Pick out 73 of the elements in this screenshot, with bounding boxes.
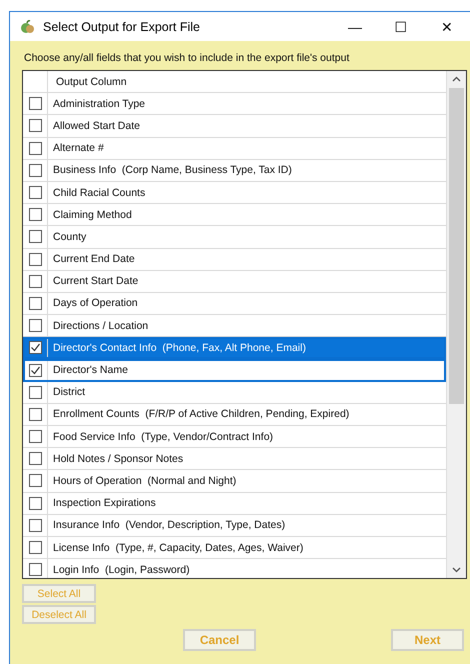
- minimize-button[interactable]: —: [332, 12, 378, 41]
- list-row[interactable]: Business Info (Corp Name, Business Type, Tax ID): [23, 160, 446, 182]
- list-row[interactable]: Director's Name: [23, 359, 446, 382]
- checkbox[interactable]: [28, 341, 42, 354]
- checkbox[interactable]: [28, 474, 42, 488]
- field-label: Child Racial Counts: [52, 186, 146, 201]
- field-label: Alternate #: [52, 141, 104, 156]
- list-row[interactable]: Enrollment Counts (F/R/P of Active Children, Pending, Expired): [23, 404, 446, 426]
- checkbox[interactable]: [28, 186, 42, 200]
- list-row[interactable]: Hours of Operation (Normal and Night): [23, 470, 446, 493]
- checkbox[interactable]: [28, 563, 42, 576]
- list-row[interactable]: Current End Date: [23, 248, 446, 271]
- list-row[interactable]: Insurance Info (Vendor, Description, Type, Dates): [23, 514, 446, 537]
- checkbox[interactable]: [28, 364, 42, 377]
- checkbox[interactable]: [28, 252, 42, 266]
- apple-icon: [20, 18, 36, 34]
- list-row[interactable]: Hold Notes / Sponsor Notes: [23, 448, 446, 470]
- list-row[interactable]: Alternate #: [23, 138, 446, 160]
- list-row[interactable]: License Info (Type, #, Capacity, Dates, Ages, Waiver): [23, 536, 446, 560]
- checkbox[interactable]: [28, 230, 42, 244]
- list-row[interactable]: Claiming Method: [23, 204, 446, 226]
- list-row[interactable]: District: [23, 382, 446, 404]
- field-label: County: [52, 230, 86, 245]
- field-label: Current End Date: [52, 252, 135, 268]
- close-button[interactable]: ✕: [424, 12, 470, 41]
- checkbox[interactable]: [28, 142, 42, 155]
- checkbox[interactable]: [28, 274, 42, 288]
- checkbox[interactable]: [28, 386, 42, 399]
- checkbox[interactable]: [28, 452, 42, 466]
- list-row[interactable]: County: [23, 226, 446, 248]
- field-label: Current Start Date: [52, 274, 138, 290]
- list-row[interactable]: Food Service Info (Type, Vendor/Contract Info): [23, 426, 446, 448]
- checkbox[interactable]: [28, 496, 42, 510]
- list-row[interactable]: Administration Type: [23, 93, 446, 116]
- maximize-button[interactable]: ☐: [378, 12, 424, 41]
- field-label: Login Info (Login, Password): [52, 562, 190, 578]
- list-row[interactable]: Allowed Start Date: [23, 115, 446, 138]
- list-row[interactable]: Login Info (Login, Password): [23, 559, 446, 578]
- checkbox[interactable]: [28, 518, 42, 532]
- field-label: Claiming Method: [52, 208, 132, 223]
- checkbox[interactable]: [28, 408, 42, 421]
- list-row[interactable]: Days of Operation: [23, 292, 446, 316]
- field-label: Business Info (Corp Name, Business Type, Tax ID): [52, 163, 292, 178]
- field-label: Director's Name: [52, 363, 128, 378]
- checkbox[interactable]: [28, 208, 42, 222]
- list-row[interactable]: Director's Contact Info (Phone, Fax, Alt Phone, Email): [23, 337, 446, 360]
- window-title: Select Output for Export File: [43, 20, 202, 34]
- field-label: District: [52, 385, 86, 400]
- list-row[interactable]: Current Start Date: [23, 270, 446, 293]
- field-label: License Info (Type, #, Capacity, Dates, Ages, Waiver): [52, 540, 304, 556]
- field-label: Enrollment Counts (F/R/P of Active Children, Pending, Expired): [52, 407, 350, 422]
- field-label: Administration Type: [52, 96, 146, 112]
- list-row[interactable]: Inspection Expirations: [23, 492, 446, 515]
- field-label: Inspection Expirations: [52, 496, 156, 512]
- field-label: Directions / Location: [52, 318, 148, 334]
- field-label: Insurance Info (Vendor, Description, Type, Dates): [52, 518, 286, 534]
- checkbox[interactable]: [28, 119, 42, 132]
- column-header: Output Column: [55, 74, 127, 90]
- field-label: Hold Notes / Sponsor Notes: [52, 452, 184, 467]
- field-label: Days of Operation: [52, 296, 138, 312]
- field-label: Hours of Operation (Normal and Night): [52, 474, 236, 489]
- checkbox[interactable]: [28, 296, 42, 310]
- checkbox[interactable]: [28, 164, 42, 177]
- field-label: Director's Contact Info (Phone, Fax, Alt Phone, Email): [52, 340, 306, 356]
- field-label: Food Service Info (Type, Vendor/Contract Info): [52, 430, 274, 445]
- checkbox[interactable]: [28, 430, 42, 444]
- checkbox[interactable]: [28, 319, 42, 332]
- checkbox[interactable]: [28, 97, 42, 110]
- instruction-text: Choose any/all fields that you wish to include in the export file's output: [24, 52, 350, 64]
- field-label: Allowed Start Date: [52, 118, 140, 134]
- checkbox[interactable]: [28, 541, 42, 554]
- list-row[interactable]: Child Racial Counts: [23, 182, 446, 204]
- scrollbar[interactable]: [446, 71, 466, 578]
